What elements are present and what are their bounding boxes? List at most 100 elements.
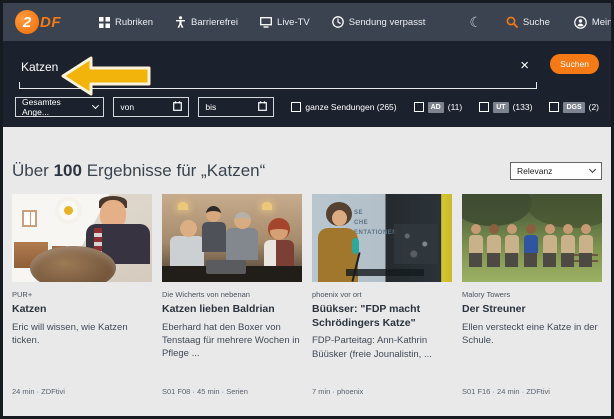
date-to-placeholder: bis xyxy=(205,102,216,112)
thumbnail-art xyxy=(170,236,204,270)
thumbnail-art xyxy=(528,194,602,228)
thumbnail-art xyxy=(504,224,519,270)
thumbnail-art xyxy=(486,224,501,270)
card-description: Eric will wissen, wie Katzen ticken. xyxy=(12,321,152,348)
thumbnail-art xyxy=(202,222,226,252)
sort-dropdown-value: Relevanz xyxy=(517,166,552,176)
category-dropdown[interactable]: Gesamtes Ange... xyxy=(15,97,104,117)
zdf-logo[interactable]: 2 DF xyxy=(15,10,61,34)
tv-icon xyxy=(260,17,272,28)
checkbox-icon[interactable] xyxy=(414,102,424,112)
annotation-arrow-icon xyxy=(61,55,153,97)
sort-dropdown[interactable]: Relevanz xyxy=(510,162,602,180)
card-description: Ellen versteckt eine Katze in der Schule… xyxy=(462,321,602,348)
chevron-down-icon xyxy=(92,102,99,109)
grid-icon xyxy=(99,17,110,28)
filter-count: (133) xyxy=(513,102,533,112)
card-title[interactable]: Katzen lieben Baldrian xyxy=(162,303,302,317)
thumbnail-art xyxy=(468,224,483,270)
nav-label: Sendung verpasst xyxy=(349,17,426,28)
search-input[interactable]: Katzen xyxy=(21,60,58,74)
nav-item-barrierefrei[interactable]: Barrierefrei xyxy=(175,16,238,28)
thumbnail-art xyxy=(22,210,37,227)
result-card[interactable]: Die Wicherts von nebenan Katzen lieben B… xyxy=(162,194,302,400)
card-brand: PUR+ xyxy=(12,290,152,299)
results-title-suffix: Ergebnisse für „Katzen“ xyxy=(87,161,266,180)
filter-ad[interactable]: AD (11) xyxy=(414,102,463,113)
result-card[interactable]: SE CHE ENTATIONEN phoenix vor ort Büükse… xyxy=(312,194,452,400)
search-bar: Katzen × Suchen xyxy=(15,51,599,91)
thumbnail-art xyxy=(30,246,116,282)
nav-item-sendung-verpasst[interactable]: Sendung verpasst xyxy=(332,16,426,28)
nav-label: Mein ZDF xyxy=(592,17,614,28)
search-submit-button[interactable]: Suchen xyxy=(550,54,599,74)
clear-search-icon[interactable]: × xyxy=(520,58,529,73)
thumbnail-art xyxy=(523,224,538,270)
zdf-logo-text: DF xyxy=(40,14,61,31)
nav-item-suche[interactable]: Suche xyxy=(506,16,550,28)
dgs-badge: DGS xyxy=(563,102,584,113)
nav-label: Live-TV xyxy=(277,17,310,28)
results-count: 100 xyxy=(54,161,82,180)
filter-label: ganze Sendungen (265) xyxy=(305,102,396,112)
thumbnail-art xyxy=(542,224,557,270)
date-to-field[interactable]: bis xyxy=(198,97,274,117)
thumbnail-art xyxy=(352,238,359,254)
thumbnail-art xyxy=(270,222,288,240)
ut-badge: UT xyxy=(493,102,508,113)
thumbnail-art xyxy=(394,224,438,264)
chevron-down-icon xyxy=(589,166,596,173)
results-section: Über 100 Ergebnisse für „Katzen“ Relevan… xyxy=(3,127,611,416)
card-thumbnail[interactable] xyxy=(462,194,602,282)
thumbnail-art xyxy=(234,212,251,229)
thumbnail-art xyxy=(332,210,347,226)
checkbox-icon[interactable] xyxy=(291,102,301,112)
card-thumbnail[interactable] xyxy=(12,194,152,282)
card-brand: phoenix vor ort xyxy=(312,290,452,299)
filter-whole-shows[interactable]: ganze Sendungen (265) xyxy=(291,102,396,112)
filter-ut[interactable]: UT (133) xyxy=(479,102,532,113)
result-card[interactable]: PUR+ Katzen Eric will wissen, wie Katzen… xyxy=(12,194,152,400)
card-meta: 7 min · phoenix xyxy=(312,387,452,400)
card-thumbnail[interactable]: SE CHE ENTATIONEN xyxy=(312,194,452,282)
search-filters: Gesamtes Ange... von bis ganze Sendungen… xyxy=(15,97,599,117)
thumbnail-art xyxy=(346,269,424,276)
nav-label: Suche xyxy=(523,17,550,28)
calendar-icon xyxy=(258,101,267,113)
card-brand: Die Wicherts von nebenan xyxy=(162,290,302,299)
results-grid: PUR+ Katzen Eric will wissen, wie Katzen… xyxy=(12,194,602,400)
card-brand: Malory Towers xyxy=(462,290,602,299)
category-dropdown-value: Gesamtes Ange... xyxy=(22,97,87,117)
filter-count: (11) xyxy=(448,102,463,112)
checkbox-icon[interactable] xyxy=(479,102,489,112)
checkbox-icon[interactable] xyxy=(549,102,559,112)
card-title[interactable]: Büükser: "FDP macht Schrödingers Katze" xyxy=(312,303,452,330)
thumbnail-art xyxy=(462,194,532,226)
card-thumbnail[interactable] xyxy=(162,194,302,282)
top-navbar: 2 DF Rubriken Barrierefrei Live-TV xyxy=(3,3,611,41)
nav-item-rubriken[interactable]: Rubriken xyxy=(99,17,153,28)
moon-icon[interactable]: ☾ xyxy=(469,15,482,29)
filter-dgs[interactable]: DGS (2) xyxy=(549,102,599,113)
nav-label: Barrierefrei xyxy=(191,17,238,28)
card-title[interactable]: Katzen xyxy=(12,303,152,317)
card-description: Eberhard hat den Boxer von Tenstaag für … xyxy=(162,321,302,361)
date-from-field[interactable]: von xyxy=(113,97,189,117)
thumbnail-art xyxy=(226,228,258,260)
nav-item-mein-zdf[interactable]: Mein ZDF xyxy=(574,16,614,29)
thumbnail-art xyxy=(64,206,73,215)
search-section: Katzen × Suchen Gesamtes Ange... von bis xyxy=(3,41,611,127)
card-title[interactable]: Der Streuner xyxy=(462,303,602,317)
nav-item-live-tv[interactable]: Live-TV xyxy=(260,17,310,28)
thumbnail-art xyxy=(206,206,221,222)
navbar-right: ☾ Suche Mein ZDF xyxy=(469,15,614,29)
result-card[interactable]: Malory Towers Der Streuner Ellen verstec… xyxy=(462,194,602,400)
date-from-placeholder: von xyxy=(120,102,134,112)
app-window: 2 DF Rubriken Barrierefrei Live-TV xyxy=(0,0,614,419)
search-input-underline[interactable] xyxy=(19,82,537,89)
calendar-icon xyxy=(173,101,182,113)
thumbnail-art xyxy=(560,224,575,270)
zdf-logo-circle: 2 xyxy=(15,10,39,34)
ad-badge: AD xyxy=(428,102,444,113)
thumbnail-backdrop-text: SE CHE ENTATIONEN xyxy=(354,208,397,239)
